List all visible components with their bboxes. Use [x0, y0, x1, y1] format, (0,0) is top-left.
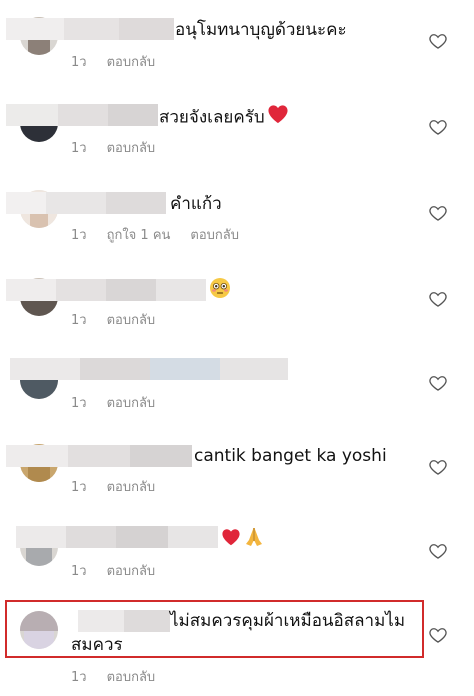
- comment-text: อนุโมทนาบุญด้วยนะคะ: [175, 20, 347, 40]
- comment-text: [219, 526, 265, 555]
- comment-time: 1ว: [71, 313, 87, 328]
- heart-outline-icon[interactable]: [428, 625, 448, 645]
- red-heart-emoji: [267, 104, 289, 131]
- comment-time: 1ว: [71, 396, 87, 411]
- reply-button[interactable]: ตอบกลับ: [190, 228, 239, 243]
- flushed-face-emoji: [209, 277, 231, 306]
- username-redacted[interactable]: [10, 358, 288, 380]
- comment-text: สวยจังเลยครับ: [159, 104, 289, 131]
- comment-text: คำแก้ว: [170, 194, 222, 214]
- reply-button[interactable]: ตอบกลับ: [107, 313, 156, 328]
- likes-count[interactable]: ถูกใจ 1 คน: [107, 228, 171, 243]
- comment-time: 1ว: [71, 55, 87, 70]
- heart-outline-icon[interactable]: [428, 31, 448, 51]
- username-redacted[interactable]: [6, 279, 206, 301]
- username-redacted[interactable]: [78, 610, 170, 632]
- comment-text: cantik banget ka yoshi: [194, 446, 387, 466]
- comment-time: 1ว: [71, 228, 87, 243]
- comment-time: 1ว: [71, 564, 87, 579]
- comment-time: 1ว: [71, 141, 87, 156]
- reply-button[interactable]: ตอบกลับ: [107, 55, 156, 70]
- comment-time: 1ว: [71, 480, 87, 495]
- heart-outline-icon[interactable]: [428, 541, 448, 561]
- reply-button[interactable]: ตอบกลับ: [107, 564, 156, 579]
- heart-outline-icon[interactable]: [428, 289, 448, 309]
- heart-outline-icon[interactable]: [428, 373, 448, 393]
- comment-time: 1ว: [71, 670, 87, 685]
- reply-button[interactable]: ตอบกลับ: [107, 396, 156, 411]
- reply-button[interactable]: ตอบกลับ: [107, 141, 156, 156]
- reply-button[interactable]: ตอบกลับ: [107, 670, 156, 685]
- comment-text: [207, 277, 231, 306]
- comment-text: ไม่สมควรคุมผ้าเหมือนอิสลามไม: [170, 611, 406, 631]
- avatar[interactable]: [20, 611, 58, 649]
- heart-outline-icon[interactable]: [428, 457, 448, 477]
- heart-outline-icon[interactable]: [428, 117, 448, 137]
- red-heart-emoji: [221, 528, 241, 553]
- username-redacted[interactable]: [16, 526, 218, 548]
- heart-outline-icon[interactable]: [428, 203, 448, 223]
- username-redacted[interactable]: [6, 18, 174, 40]
- reply-button[interactable]: ตอบกลับ: [107, 480, 156, 495]
- username-redacted[interactable]: [6, 192, 166, 214]
- username-redacted[interactable]: [6, 445, 192, 467]
- username-redacted[interactable]: [6, 104, 158, 126]
- comment-text-line2: สมควร: [71, 635, 123, 655]
- folded-hands-emoji: [243, 526, 265, 555]
